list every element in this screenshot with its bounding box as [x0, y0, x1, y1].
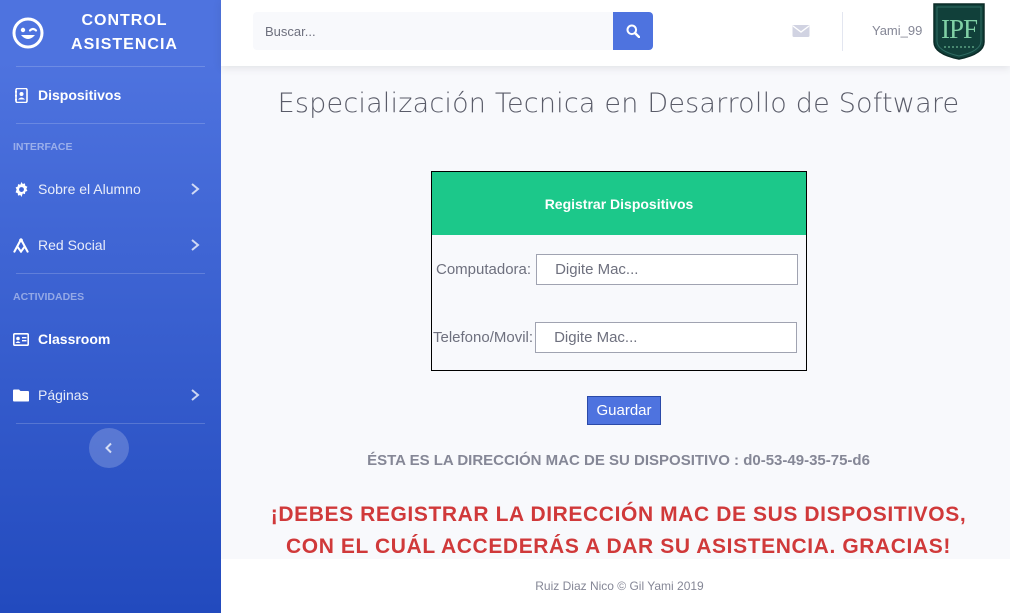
- chevron-right-icon: [191, 183, 200, 195]
- sidebar-divider: [16, 123, 205, 124]
- topbar-divider: [842, 12, 843, 51]
- computer-mac-input[interactable]: [536, 254, 799, 285]
- topbar: Yami_99 IPF: [221, 0, 1010, 66]
- avatar-logo-text: IPF: [941, 14, 978, 44]
- phone-label: Telefono/Movil:: [433, 329, 534, 346]
- user-name[interactable]: Yami_99: [872, 23, 922, 38]
- footer-copyright: Ruiz Diaz Nico © Gil Yami 2019: [535, 579, 704, 593]
- laugh-wink-icon: [12, 17, 44, 49]
- sidebar-item-label: Páginas: [38, 387, 89, 403]
- sidebar-heading-actividades: ACTIVIDADES: [13, 291, 85, 303]
- brand-line-2: ASISTENCIA: [71, 36, 178, 53]
- sidebar-item-red-social[interactable]: Red Social: [0, 217, 221, 273]
- sidebar-heading-interface: INTERFACE: [13, 141, 73, 153]
- mac-address-info: ÉSTA ES LA DIRECCIÓN MAC DE SU DISPOSITI…: [367, 452, 870, 469]
- save-button[interactable]: Guardar: [587, 396, 661, 425]
- footer: Ruiz Diaz Nico © Gil Yami 2019: [221, 559, 1010, 613]
- page-title: Especialización Tecnica en Desarrollo de…: [277, 88, 960, 119]
- search-bar: [253, 12, 653, 50]
- search-input[interactable]: [253, 12, 613, 50]
- register-devices-card: Registrar Dispositivos Computadora: Tele…: [431, 171, 807, 371]
- sidebar-item-sobre-el-alumno[interactable]: Sobre el Alumno: [0, 161, 221, 217]
- warning-line-1: ¡DEBES REGISTRAR LA DIRECCIÓN MAC DE SUS…: [270, 503, 967, 526]
- sidebar-item-dispositivos[interactable]: Dispositivos: [0, 67, 221, 123]
- phone-row: Telefono/Movil:: [432, 322, 798, 353]
- phone-mac-input[interactable]: [535, 322, 798, 353]
- card-title: Registrar Dispositivos: [432, 172, 806, 235]
- sidebar-divider: [16, 273, 205, 274]
- brand-title: CONTROL ASISTENCIA: [44, 9, 205, 57]
- gear-icon: [13, 181, 29, 197]
- chevron-right-icon: [191, 389, 200, 401]
- address-book-icon: [13, 87, 29, 103]
- sidebar-item-classroom[interactable]: Classroom: [0, 311, 221, 367]
- brand-line-1: CONTROL: [81, 12, 168, 29]
- main-content: Especialización Tecnica en Desarrollo de…: [221, 66, 1010, 559]
- computer-row: Computadora:: [432, 254, 799, 285]
- sidebar-item-label: Sobre el Alumno: [38, 181, 141, 197]
- search-button[interactable]: [613, 12, 653, 50]
- sidebar-item-label: Dispositivos: [38, 87, 122, 103]
- chevron-right-icon: [191, 239, 200, 251]
- sidebar: CONTROL ASISTENCIA Dispositivos INTERFAC…: [0, 0, 221, 613]
- avatar[interactable]: IPF: [930, 2, 988, 60]
- sidebar-item-paginas[interactable]: Páginas: [0, 367, 221, 423]
- envelope-icon[interactable]: [792, 23, 810, 39]
- network-icon: [13, 237, 29, 253]
- folder-icon: [13, 387, 29, 403]
- sidebar-divider: [16, 423, 205, 424]
- search-icon: [626, 24, 640, 38]
- warning-message: ¡DEBES REGISTRAR LA DIRECCIÓN MAC DE SUS…: [221, 499, 1010, 563]
- sidebar-brand[interactable]: CONTROL ASISTENCIA: [0, 0, 221, 66]
- sidebar-item-label: Classroom: [38, 331, 111, 347]
- sidebar-item-label: Red Social: [38, 237, 106, 253]
- chevron-left-icon: [105, 442, 112, 454]
- id-card-icon: [13, 331, 29, 347]
- computer-label: Computadora:: [436, 261, 532, 278]
- sidebar-toggle-button[interactable]: [89, 428, 129, 468]
